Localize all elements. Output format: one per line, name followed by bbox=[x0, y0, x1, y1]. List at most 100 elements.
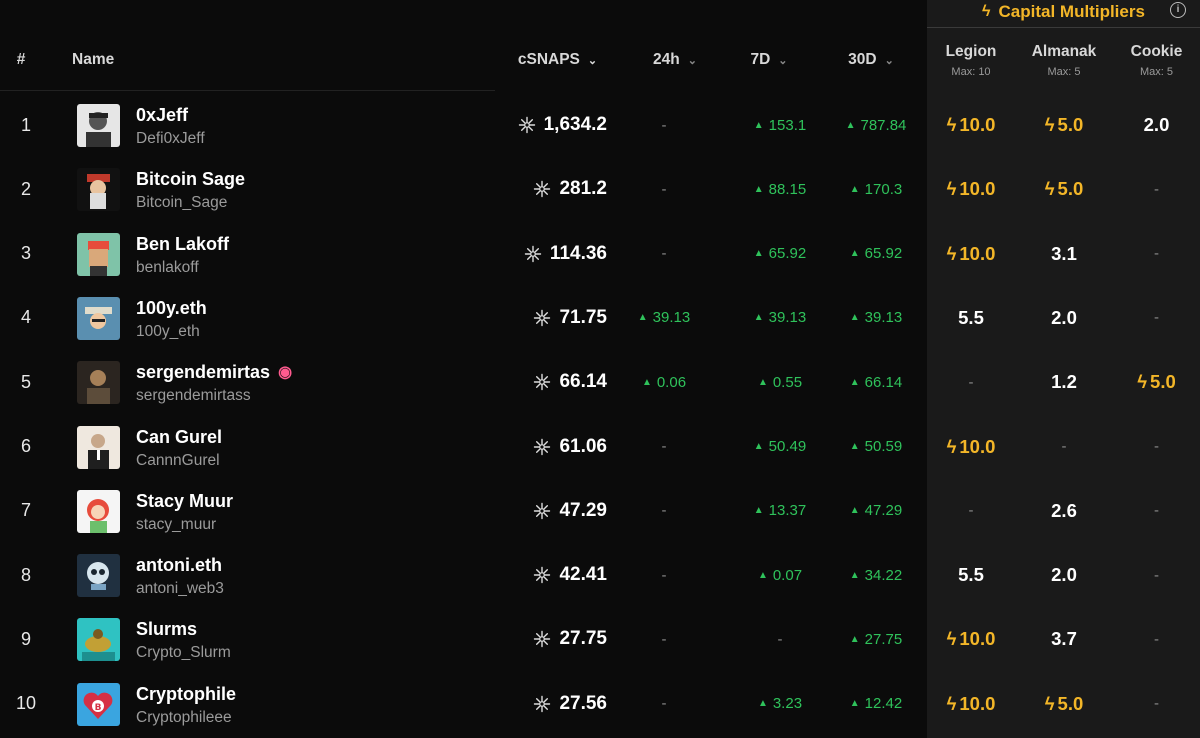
almanak-multiplier-value: - bbox=[1061, 438, 1067, 455]
lightning-bolt-icon: ϟ bbox=[982, 3, 991, 20]
7d-sort-header[interactable]: 7D ⌄ bbox=[724, 30, 814, 90]
change-24h: - bbox=[625, 93, 703, 157]
table-row[interactable]: 3 Ben Lakoff benlakoff 114.36 - ▲ 65.92 ▲… bbox=[0, 222, 1200, 286]
csnaps-value: 47.29 bbox=[533, 479, 607, 543]
avatar[interactable] bbox=[77, 361, 120, 405]
change-24h: ▲ 39.13 bbox=[625, 286, 703, 350]
chevron-down-icon: ⌄ bbox=[687, 54, 697, 67]
avatar[interactable] bbox=[77, 104, 120, 147]
user-handle[interactable]: benlakoff bbox=[136, 259, 199, 277]
change-7d-value: 65.92 bbox=[768, 245, 807, 263]
user-handle[interactable]: 100y_eth bbox=[136, 323, 200, 341]
avatar[interactable] bbox=[77, 554, 120, 598]
30d-sort-header[interactable]: 30D ⌄ bbox=[821, 30, 921, 90]
avatar[interactable] bbox=[77, 296, 120, 340]
cookie-multiplier-value: - bbox=[1154, 245, 1159, 263]
rank-header: # bbox=[16, 51, 26, 68]
change-30d-value: 34.22 bbox=[864, 566, 903, 584]
change-7d: ▲ 39.13 bbox=[730, 286, 830, 350]
avatar[interactable] bbox=[77, 618, 120, 662]
legion-multiplier: ϟ 10.0 bbox=[927, 672, 1015, 736]
user-handle[interactable]: CannnGurel bbox=[136, 452, 220, 470]
rank: 9 bbox=[20, 628, 31, 649]
legion-header: Legion Max: 10 bbox=[927, 30, 1015, 90]
user-name[interactable]: Cryptophile bbox=[136, 684, 236, 705]
almanak-multiplier-value: 2.0 bbox=[1051, 564, 1077, 586]
legion-multiplier-value: - bbox=[968, 373, 974, 391]
table-row[interactable]: 6 Can Gurel CannnGurel 61.06 - ▲ 50.49 ▲ 5… bbox=[0, 415, 1200, 479]
user-handle[interactable]: sergendemirtass bbox=[136, 387, 251, 405]
7d-header-label: 7D bbox=[750, 51, 771, 68]
legion-multiplier-value: 5.5 bbox=[958, 306, 984, 328]
avatar[interactable] bbox=[77, 232, 120, 276]
change-7d: ▲ 50.49 bbox=[730, 415, 830, 479]
table-row[interactable]: 4 100y.eth 100y_eth 71.75 ▲ 39.13 ▲ 39.13 … bbox=[0, 286, 1200, 350]
user-name[interactable]: sergendemirtas ◉ bbox=[136, 362, 292, 383]
table-row[interactable]: 9 Slurms Crypto_Slurm 27.75 - - ▲ 27.75 ϟ… bbox=[0, 607, 1200, 671]
legion-multiplier: - bbox=[927, 479, 1015, 543]
change-30d: ▲ 39.13 bbox=[826, 286, 926, 350]
cookie-multiplier: 2.0 bbox=[1113, 93, 1200, 157]
table-row[interactable]: 10 B Cryptophile Cryptophileee 27.56 - ▲… bbox=[0, 672, 1200, 736]
csnaps-value-text: 61.06 bbox=[559, 435, 607, 457]
user-handle[interactable]: Cryptophileee bbox=[136, 709, 232, 727]
user-name[interactable]: Stacy Muur bbox=[136, 491, 233, 512]
info-icon[interactable]: i bbox=[1170, 2, 1186, 18]
csnaps-sort-header[interactable]: cSNAPS ⌄ bbox=[500, 30, 615, 90]
almanak-multiplier-value: 5.0 bbox=[1057, 114, 1084, 135]
cookie-multiplier-value: - bbox=[1154, 502, 1159, 520]
user-name[interactable]: Can Gurel bbox=[136, 427, 222, 448]
cookie-header-label: Cookie bbox=[1130, 42, 1183, 60]
user-handle[interactable]: stacy_muur bbox=[136, 516, 216, 534]
up-arrow-icon: ▲ bbox=[753, 183, 764, 195]
almanak-multiplier-value: 3.1 bbox=[1051, 242, 1077, 264]
change-30d-value: 170.3 bbox=[864, 180, 903, 198]
avatar[interactable] bbox=[77, 168, 120, 212]
user-name[interactable]: 100y.eth bbox=[136, 298, 207, 319]
user-name[interactable]: 0xJeff bbox=[136, 105, 188, 126]
up-arrow-icon: ▲ bbox=[637, 312, 648, 324]
table-row[interactable]: 7 Stacy Muur stacy_muur 47.29 - ▲ 13.37 ▲… bbox=[0, 479, 1200, 543]
change-30d-value: 12.42 bbox=[864, 695, 903, 713]
almanak-multiplier-value: 2.6 bbox=[1051, 499, 1077, 521]
change-24h-value: - bbox=[661, 245, 667, 263]
user-name[interactable]: Ben Lakoff bbox=[136, 234, 229, 255]
change-30d-value: 39.13 bbox=[864, 309, 903, 327]
avatar[interactable] bbox=[77, 489, 120, 533]
user-handle[interactable]: antoni_web3 bbox=[136, 580, 224, 598]
snap-icon bbox=[533, 566, 551, 584]
user-handle[interactable]: Crypto_Slurm bbox=[136, 644, 231, 662]
lightning-bolt-icon: ϟ bbox=[1044, 114, 1055, 135]
user-handle[interactable]: Defi0xJeff bbox=[136, 130, 205, 148]
avatar[interactable]: B bbox=[77, 682, 120, 726]
table-row[interactable]: 2 Bitcoin Sage Bitcoin_Sage 281.2 - ▲ 88.… bbox=[0, 157, 1200, 221]
user-name[interactable]: Bitcoin Sage bbox=[136, 169, 245, 190]
table-row[interactable]: 1 0xJeff Defi0xJeff 1,634.2 - ▲ 153.1 ▲ 78… bbox=[0, 93, 1200, 157]
backpack-badge-icon: ◉ bbox=[278, 364, 293, 382]
table-row[interactable]: 8 antoni.eth antoni_web3 42.41 - ▲ 0.07 ▲… bbox=[0, 543, 1200, 607]
24h-sort-header[interactable]: 24h ⌄ bbox=[630, 30, 720, 90]
cookie-multiplier-value: 5.0 bbox=[1150, 371, 1176, 393]
avatar[interactable] bbox=[77, 425, 120, 469]
change-24h-value: - bbox=[661, 566, 667, 584]
30d-header-label: 30D bbox=[848, 51, 877, 68]
up-arrow-icon: ▲ bbox=[849, 569, 860, 581]
svg-text:B: B bbox=[95, 703, 102, 713]
almanak-multiplier: ϟ 5.0 bbox=[1015, 672, 1113, 736]
24h-header-label: 24h bbox=[653, 51, 680, 68]
user-name-text: Slurms bbox=[136, 619, 198, 640]
user-name[interactable]: antoni.eth bbox=[136, 555, 222, 576]
table-row[interactable]: 5 sergendemirtas ◉ sergendemirtass 66.14 … bbox=[0, 350, 1200, 414]
up-arrow-icon: ▲ bbox=[849, 312, 860, 324]
capital-multipliers-label: Capital Multipliers bbox=[998, 2, 1145, 21]
change-30d-value: 787.84 bbox=[860, 116, 907, 134]
user-name-text: Bitcoin Sage bbox=[136, 169, 246, 190]
user-name[interactable]: Slurms bbox=[136, 619, 197, 640]
change-7d-value: 13.37 bbox=[768, 502, 807, 520]
csnaps-value: 114.36 bbox=[524, 222, 607, 286]
rank: 2 bbox=[20, 178, 31, 199]
user-handle[interactable]: Bitcoin_Sage bbox=[136, 194, 227, 212]
user-name-text: Ben Lakoff bbox=[136, 233, 230, 254]
chevron-down-icon: ⌄ bbox=[884, 54, 894, 67]
cookie-multiplier-value: 2.0 bbox=[1143, 114, 1170, 135]
